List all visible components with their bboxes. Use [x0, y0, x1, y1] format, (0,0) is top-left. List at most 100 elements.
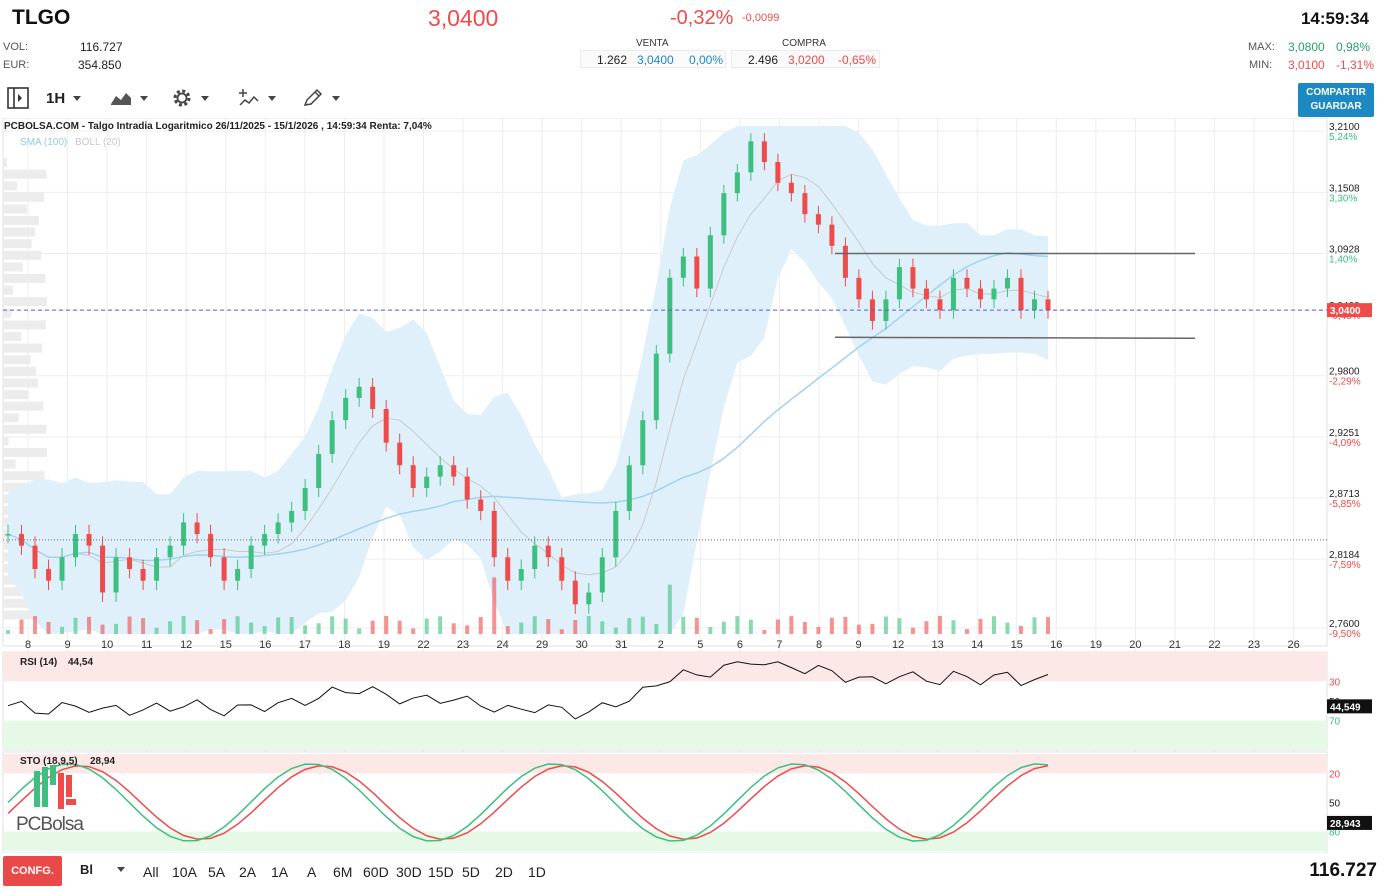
period-2a[interactable]: 2A [239, 864, 256, 880]
share-label: COMPARTIR [1306, 87, 1366, 98]
candle-body [815, 214, 821, 225]
sell-header: VENTA [636, 38, 669, 49]
legend-boll: BOLL (20) [75, 137, 121, 148]
x-tick-label: 13 [932, 639, 944, 651]
y-tick-pct: 3,30% [1329, 193, 1357, 204]
candle-body [626, 465, 632, 511]
sidebar-toggle-button[interactable] [6, 83, 30, 113]
period-60d[interactable]: 60D [363, 864, 389, 880]
period-all[interactable]: All [143, 864, 159, 880]
volume-bar [114, 623, 119, 634]
period-2d[interactable]: 2D [495, 864, 513, 880]
x-tick-label: 2 [658, 639, 664, 651]
x-tick-label: 21 [1169, 639, 1181, 651]
sell-price: 3,0400 [637, 53, 674, 67]
volume-bar [802, 621, 807, 634]
volume-bar [289, 617, 294, 634]
period-15d[interactable]: 15D [428, 864, 454, 880]
volume-bar [829, 617, 834, 634]
period-1a[interactable]: 1A [271, 864, 288, 880]
max-percent: 0,98% [1336, 40, 1371, 54]
x-tick-label: 9 [855, 639, 861, 651]
candle-body [451, 465, 457, 477]
chevron-down-icon [201, 95, 209, 101]
x-tick-label: 22 [1208, 639, 1220, 651]
x-tick-label: 14 [971, 639, 983, 651]
candle-body [424, 476, 430, 489]
volume-bar [735, 616, 740, 634]
rsi-label: RSI (14) [20, 657, 58, 668]
price-chart[interactable]: 8 9 10 11 12 15 16 17 18 19 22 23 24 29 30 31 2 5 6 7 8 9 12 13… [0, 118, 1389, 853]
watermark-text: PCBolsa [16, 814, 84, 835]
volume-bar [951, 620, 956, 634]
candle-body [802, 193, 808, 215]
candle-body [275, 522, 281, 535]
volume-bar [195, 620, 200, 634]
period-10a[interactable]: 10A [172, 864, 197, 880]
candle-body [937, 299, 943, 311]
volume-bar [505, 626, 510, 634]
settings-selector[interactable] [171, 83, 209, 113]
sell-quantity: 1.262 [597, 53, 628, 67]
volume-bar [451, 623, 456, 634]
candle-body [545, 545, 551, 558]
volume-bar [154, 627, 159, 634]
indicators-selector[interactable] [238, 83, 276, 113]
candle-body [370, 386, 376, 410]
share-save-button[interactable]: COMPARTIR GUARDAR [1298, 83, 1374, 117]
period-5a[interactable]: 5A [208, 864, 225, 880]
candle-body [235, 568, 241, 581]
candle-body [329, 420, 335, 454]
candle-body [653, 353, 659, 421]
volume-bar [721, 621, 726, 634]
candle-body [721, 193, 727, 236]
volume-bar [667, 584, 672, 634]
last-price: 3,0400 [428, 5, 499, 31]
sto-oversold-zone [3, 831, 1327, 851]
volume-total: 116.727 [1309, 860, 1377, 881]
candle-body [478, 499, 484, 511]
volume-bar [397, 620, 402, 634]
candle-body [194, 522, 200, 535]
buy-percent: -0,65% [838, 53, 877, 67]
scale-selector[interactable]: Bl [80, 862, 125, 877]
chart-type-selector[interactable] [110, 83, 148, 113]
max-value: 3,0800 [1288, 40, 1325, 54]
x-tick-label: 18 [338, 639, 350, 651]
volume-bar [492, 577, 497, 634]
chevron-down-icon [268, 95, 276, 101]
pencil-icon [303, 88, 323, 106]
config-button[interactable]: CONFG. [3, 856, 62, 886]
volume-bar [276, 617, 281, 634]
y-tick-pct: -4,09% [1329, 438, 1361, 449]
volume-profile-bar [3, 459, 16, 469]
candle-body [491, 510, 497, 558]
period-5d[interactable]: 5D [462, 864, 480, 880]
period-1d[interactable]: 1D [528, 864, 546, 880]
volume-bar [384, 616, 389, 634]
x-tick-label: 24 [496, 639, 508, 651]
buy-header: COMPRA [782, 38, 826, 49]
candle-body [221, 557, 227, 581]
support-line [834, 336, 1196, 340]
volume-bar [856, 624, 861, 634]
candle-body [910, 267, 916, 289]
period-30d[interactable]: 30D [396, 864, 422, 880]
candle-body [32, 545, 38, 569]
drawing-tools-selector[interactable] [302, 83, 340, 113]
candle-body [694, 256, 700, 289]
volume-bar [411, 628, 416, 634]
volume-bar [519, 622, 524, 634]
chevron-down-icon [332, 95, 340, 101]
min-percent: -1,31% [1336, 58, 1375, 72]
period-6m[interactable]: 6M [333, 864, 352, 880]
candle-body [154, 557, 160, 581]
sell-percent: 0,00% [689, 53, 724, 67]
y-tick-pct: 1,40% [1329, 254, 1357, 265]
candle-body [167, 545, 173, 558]
period-a[interactable]: A [307, 864, 316, 880]
volume-bar [883, 616, 888, 634]
candle-body [1018, 277, 1024, 311]
interval-selector[interactable]: 1H [46, 83, 82, 113]
volume-bar [897, 618, 902, 634]
